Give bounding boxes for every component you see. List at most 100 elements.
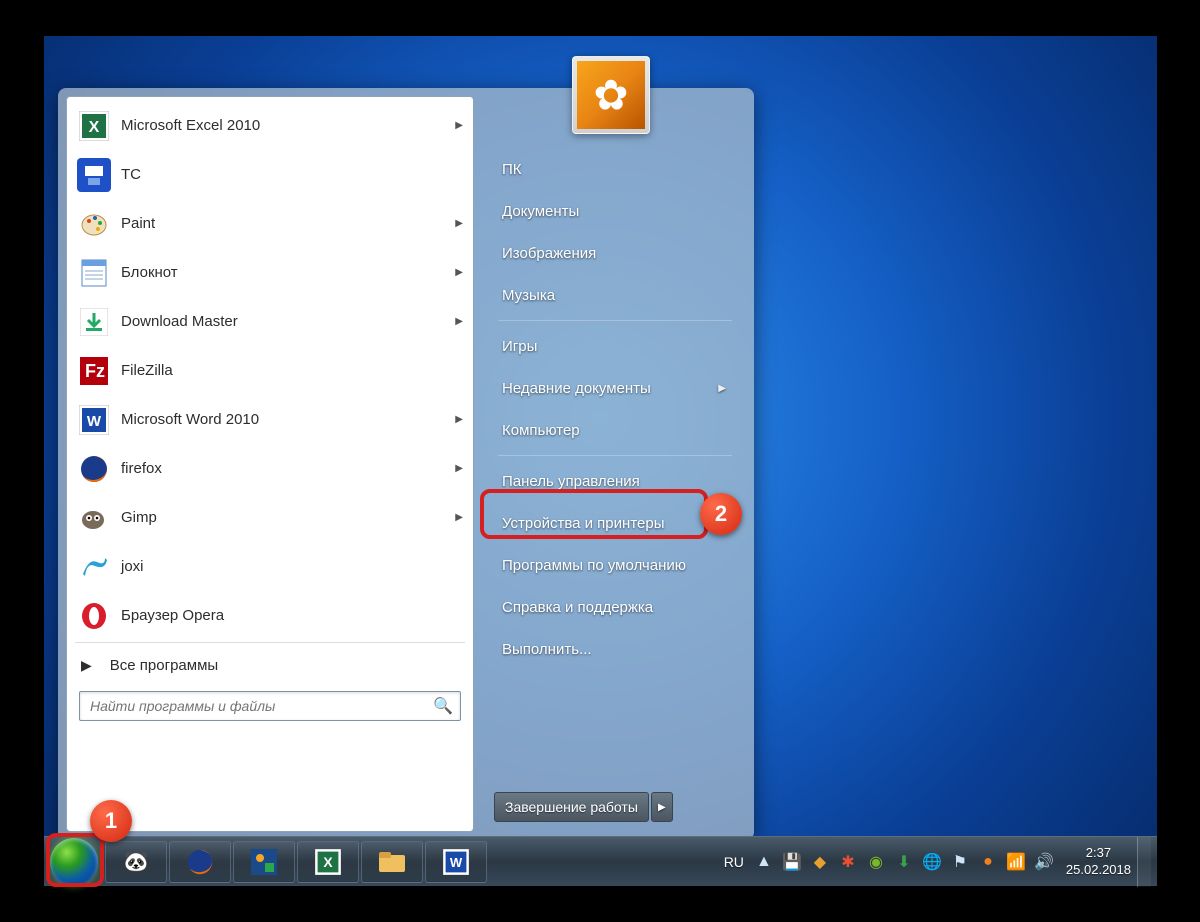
- tray-download-icon[interactable]: ⬇: [893, 851, 915, 873]
- opera-icon: [77, 599, 111, 633]
- taskbar-item-panda[interactable]: 🐼: [105, 841, 167, 883]
- right-item-run[interactable]: Выполнить...: [494, 628, 736, 670]
- search-input[interactable]: [79, 691, 461, 721]
- tray-disk-icon[interactable]: 💾: [781, 851, 803, 873]
- chevron-right-icon: ▶: [455, 463, 463, 474]
- right-label: Недавние документы: [502, 380, 651, 397]
- notepad-icon: [77, 256, 111, 290]
- right-item-games[interactable]: Игры: [494, 325, 736, 367]
- excel-icon: X: [77, 109, 111, 143]
- app-excel[interactable]: X Microsoft Excel 2010 ▶: [69, 101, 471, 150]
- chevron-right-icon: ▶: [455, 316, 463, 327]
- language-indicator[interactable]: RU: [724, 854, 744, 870]
- right-item-pictures[interactable]: Изображения: [494, 232, 736, 274]
- download-icon: [77, 305, 111, 339]
- app-opera[interactable]: Браузер Opera: [69, 591, 471, 640]
- search-icon: 🔍: [433, 696, 453, 716]
- shutdown-label: Завершение работы: [505, 799, 638, 815]
- shutdown-button[interactable]: Завершение работы: [494, 792, 649, 822]
- right-label: Музыка: [502, 287, 555, 304]
- taskbar-item-word[interactable]: W: [425, 841, 487, 883]
- right-label: Изображения: [502, 245, 596, 262]
- right-item-help[interactable]: Справка и поддержка: [494, 586, 736, 628]
- right-label: Компьютер: [502, 422, 580, 439]
- right-label: Справка и поддержка: [502, 599, 653, 616]
- app-tc[interactable]: TC: [69, 150, 471, 199]
- save-icon: [77, 158, 111, 192]
- chevron-right-icon: ▶: [455, 414, 463, 425]
- all-programs-label: Все программы: [110, 657, 218, 674]
- tray-globe-icon[interactable]: 🌐: [921, 851, 943, 873]
- app-word[interactable]: W Microsoft Word 2010 ▶: [69, 395, 471, 444]
- chevron-right-icon: ▶: [81, 657, 92, 674]
- tray-avast-icon[interactable]: ●: [977, 851, 999, 873]
- app-notepad[interactable]: Блокнот ▶: [69, 248, 471, 297]
- tray-nvidia-icon[interactable]: ◉: [865, 851, 887, 873]
- separator: [498, 320, 732, 321]
- app-label: FileZilla: [121, 362, 463, 379]
- word-icon: W: [77, 403, 111, 437]
- right-label: Программы по умолчанию: [502, 557, 686, 574]
- svg-text:X: X: [89, 119, 100, 136]
- app-firefox[interactable]: firefox ▶: [69, 444, 471, 493]
- app-label: joxi: [121, 558, 463, 575]
- taskbar: 🐼 X W RU ▲ 💾 ◆ ✱ ◉ ⬇ 🌐 ⚑ ● 📶: [44, 836, 1157, 886]
- tray-up-icon[interactable]: ▲: [753, 851, 775, 873]
- clock-time: 2:37: [1066, 845, 1131, 862]
- panda-icon: 🐼: [120, 846, 152, 878]
- show-desktop-button[interactable]: [1137, 837, 1151, 887]
- joxi-icon: [77, 550, 111, 584]
- right-item-computer[interactable]: Компьютер: [494, 409, 736, 451]
- svg-text:X: X: [323, 854, 333, 870]
- svg-text:Fz: Fz: [85, 361, 105, 381]
- divider: [75, 642, 465, 643]
- right-item-music[interactable]: Музыка: [494, 274, 736, 316]
- user-avatar[interactable]: [572, 56, 650, 134]
- flower-icon: [577, 61, 645, 129]
- taskbar-item-app1[interactable]: [233, 841, 295, 883]
- gimp-icon: [77, 501, 111, 535]
- app-label: Gimp: [121, 509, 455, 526]
- chevron-right-icon: ▶: [455, 267, 463, 278]
- app-label: Download Master: [121, 313, 455, 330]
- app-label: firefox: [121, 460, 455, 477]
- app-filezilla[interactable]: Fz FileZilla: [69, 346, 471, 395]
- app-icon: [248, 846, 280, 878]
- clock-date: 25.02.2018: [1066, 862, 1131, 879]
- start-menu-right-panel: ПК Документы Изображения Музыка Игры Нед…: [474, 96, 746, 832]
- taskbar-item-excel[interactable]: X: [297, 841, 359, 883]
- taskbar-item-explorer[interactable]: [361, 841, 423, 883]
- search-box: 🔍: [79, 691, 461, 721]
- right-item-default-programs[interactable]: Программы по умолчанию: [494, 544, 736, 586]
- app-paint[interactable]: Paint ▶: [69, 199, 471, 248]
- app-label: Microsoft Word 2010: [121, 411, 455, 428]
- taskbar-clock[interactable]: 2:37 25.02.2018: [1066, 845, 1131, 879]
- right-label: Игры: [502, 338, 537, 355]
- right-item-recent[interactable]: Недавние документы ▶: [494, 367, 736, 409]
- tray-app2-icon[interactable]: ✱: [837, 851, 859, 873]
- svg-text:W: W: [87, 413, 102, 430]
- tray-network-icon[interactable]: 📶: [1005, 851, 1027, 873]
- right-label: Устройства и принтеры: [502, 515, 664, 532]
- all-programs[interactable]: ▶ Все программы: [69, 645, 471, 685]
- app-joxi[interactable]: joxi: [69, 542, 471, 591]
- shutdown-options-button[interactable]: ▶: [651, 792, 673, 822]
- app-gimp[interactable]: Gimp ▶: [69, 493, 471, 542]
- right-item-control-panel[interactable]: Панель управления: [494, 460, 736, 502]
- right-label: Выполнить...: [502, 641, 592, 658]
- right-item-user[interactable]: ПК: [494, 148, 736, 190]
- svg-text:W: W: [450, 855, 463, 870]
- right-item-documents[interactable]: Документы: [494, 190, 736, 232]
- start-button[interactable]: [50, 838, 98, 886]
- tray-app-icon[interactable]: ◆: [809, 851, 831, 873]
- chevron-right-icon: ▶: [455, 120, 463, 131]
- word-icon: W: [440, 846, 472, 878]
- start-menu: X Microsoft Excel 2010 ▶ TC Paint ▶ Блок…: [58, 88, 754, 840]
- tray-flag-icon[interactable]: ⚑: [949, 851, 971, 873]
- right-item-devices[interactable]: Устройства и принтеры: [494, 502, 736, 544]
- tray-volume-icon[interactable]: 🔊: [1033, 851, 1055, 873]
- app-label: Блокнот: [121, 264, 455, 281]
- system-tray: RU ▲ 💾 ◆ ✱ ◉ ⬇ 🌐 ⚑ ● 📶 🔊 2:37 25.02.2018: [718, 837, 1157, 886]
- app-download-master[interactable]: Download Master ▶: [69, 297, 471, 346]
- taskbar-item-firefox[interactable]: [169, 841, 231, 883]
